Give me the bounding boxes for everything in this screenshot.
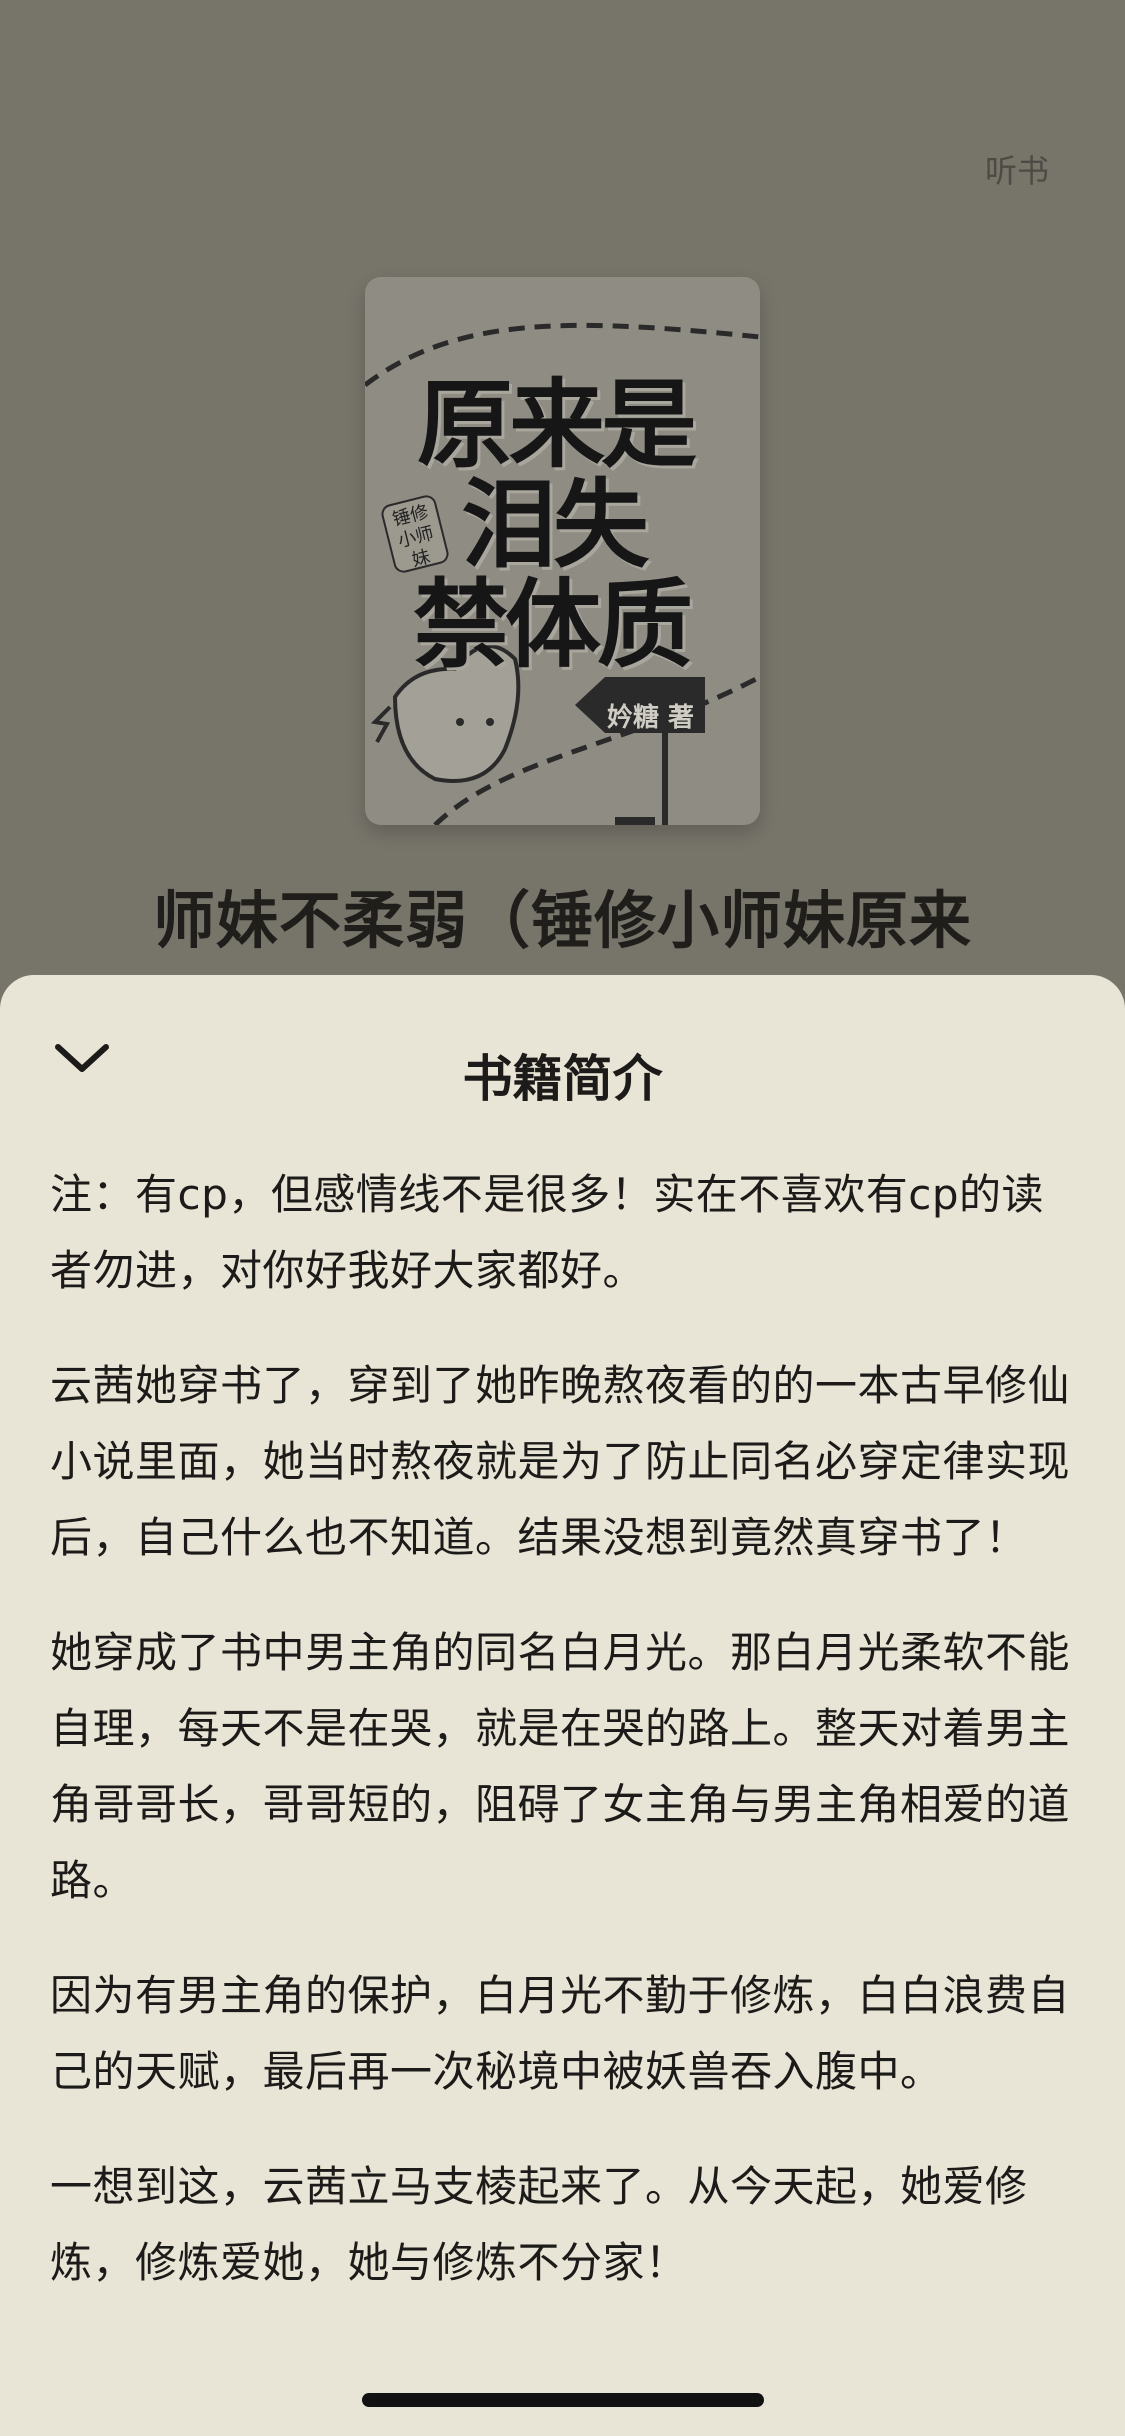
synopsis-paragraph: 因为有男主角的保护，白月光不勤于修炼，白白浪费自己的天赋，最后再一次秘境中被妖兽…	[50, 1971, 1071, 2096]
synopsis-paragraph: 她穿成了书中男主角的同名白月光。那白月光柔软不能自理，每天不是在哭，就是在哭的路…	[50, 1628, 1071, 1905]
cover-title-line-1: 原来是	[417, 369, 697, 481]
cover-title-line-2: 泪失	[461, 469, 649, 581]
book-cover[interactable]: 原来是 泪失 禁体质 锤修小师妹 妗糖 著	[365, 277, 760, 825]
cover-author: 妗糖 著	[607, 703, 695, 733]
home-indicator[interactable]	[362, 2393, 764, 2407]
synopsis-body: 注：有cp，但感情线不是很多！实在不喜欢有cp的读者勿进，对你好我好大家都好。 …	[50, 1157, 1080, 2340]
listen-button[interactable]: 听书	[985, 146, 1049, 192]
synopsis-paragraph: 云茜她穿书了，穿到了她昨晚熬夜看的的一本古早修仙小说里面，她当时熬夜就是为了防止…	[50, 1361, 1071, 1562]
sheet-title: 书籍简介	[462, 1050, 663, 1108]
book-title: 师妹不柔弱（锤修小师妹原来	[152, 884, 972, 957]
book-detail-screen: 听书 原来是 泪失 禁体质 锤修小师妹 妗糖 著 师妹不柔弱（锤修小师妹原来 书…	[0, 0, 1125, 2436]
synopsis-sheet: 书籍简介 注：有cp，但感情线不是很多！实在不喜欢有cp的读者勿进，对你好我好大…	[0, 975, 1125, 2436]
synopsis-paragraph: 注：有cp，但感情线不是很多！实在不喜欢有cp的读者勿进，对你好我好大家都好。	[50, 1170, 1045, 1295]
synopsis-paragraph: 一想到这，云茜立马支棱起来了。从今天起，她爱修炼，修炼爱她，她与修炼不分家！	[50, 2162, 1028, 2287]
cover-title-line-3: 禁体质	[413, 569, 693, 681]
